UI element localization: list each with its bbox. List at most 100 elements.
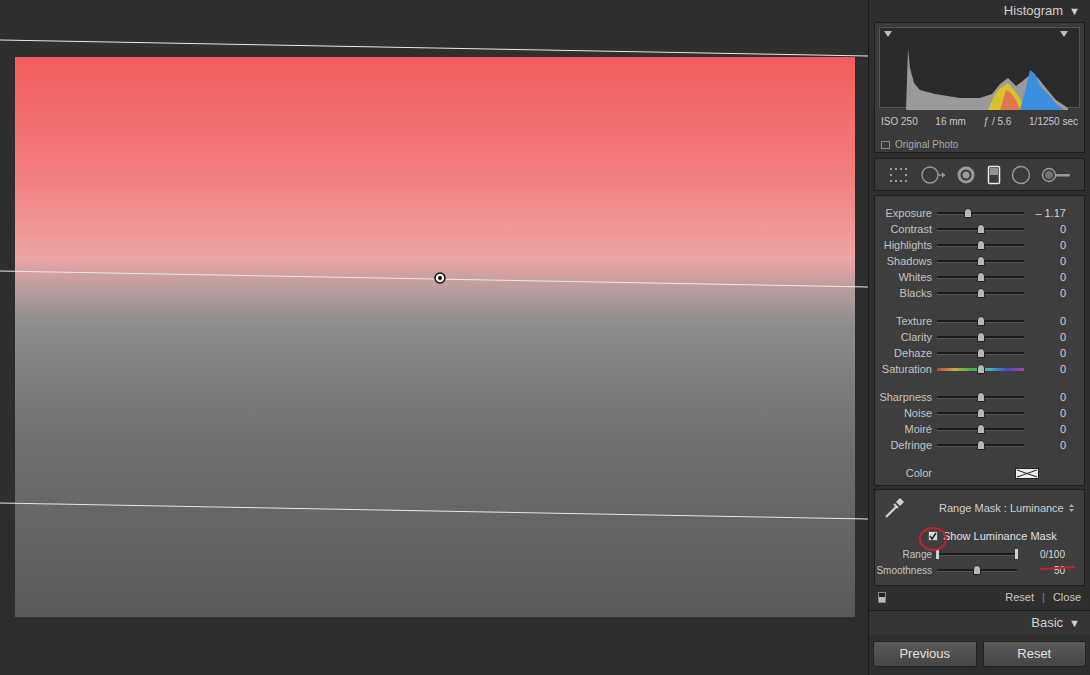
color-row[interactable]: Color — [875, 465, 1084, 481]
slider-thumb[interactable] — [977, 364, 985, 374]
slider-thumb[interactable] — [977, 392, 985, 402]
slider-thumb[interactable] — [977, 332, 985, 342]
slider-track[interactable] — [937, 569, 1017, 572]
basic-header[interactable]: Basic ▼ — [869, 610, 1090, 635]
range-track[interactable] — [937, 553, 1017, 556]
slider-track[interactable] — [937, 212, 1024, 215]
slider-row[interactable]: Dehaze0 — [875, 345, 1084, 361]
slider-track[interactable] — [937, 444, 1024, 447]
slider-track[interactable] — [937, 368, 1024, 371]
slider-track[interactable] — [937, 244, 1024, 247]
eyedropper-icon[interactable] — [881, 495, 907, 521]
app-window: Histogram ▼ ISO 25016 mmƒ / 5.61/1250 sec… — [0, 0, 1090, 675]
slider-row[interactable]: Exposure– 1.17 — [875, 205, 1084, 221]
slider-thumb[interactable] — [964, 208, 972, 218]
original-photo-row[interactable]: Original Photo — [875, 137, 1084, 152]
show-mask-checkbox[interactable] — [928, 531, 938, 541]
brush-tool-icon[interactable] — [1041, 165, 1071, 185]
mask-slider-row[interactable]: Range0/100 — [875, 546, 1084, 562]
slider-row[interactable]: Moiré0 — [875, 421, 1084, 437]
slider-value[interactable]: 0 — [1024, 361, 1066, 378]
previous-button[interactable]: Previous — [873, 641, 977, 667]
slider-thumb[interactable] — [977, 224, 985, 234]
slider-track[interactable] — [937, 260, 1024, 263]
range-mask-dropdown[interactable]: Range Mask : Luminance — [939, 500, 1064, 517]
slider-thumb[interactable] — [977, 240, 985, 250]
slider-value[interactable]: 0 — [1024, 237, 1066, 254]
radial-tool-icon[interactable] — [1011, 165, 1031, 185]
mask-slider-row[interactable]: Smoothness50 — [875, 562, 1084, 578]
slider-track[interactable] — [937, 276, 1024, 279]
slider-value[interactable]: 0 — [1024, 405, 1066, 422]
slider-thumb[interactable] — [977, 408, 985, 418]
crop-tool-icon[interactable] — [888, 166, 910, 184]
slider-row[interactable]: Shadows0 — [875, 253, 1084, 269]
slider-row[interactable]: Whites0 — [875, 269, 1084, 285]
slider-row[interactable]: Blacks0 — [875, 285, 1084, 301]
slider-row[interactable]: Texture0 — [875, 313, 1084, 329]
slider-track[interactable] — [937, 352, 1024, 355]
slider-thumb[interactable] — [973, 565, 981, 575]
slider-track[interactable] — [937, 336, 1024, 339]
dropdown-arrows-icon[interactable] — [1068, 503, 1075, 513]
slider-value[interactable]: 0 — [1024, 345, 1066, 362]
spot-tool-icon[interactable] — [920, 165, 946, 185]
slider-value[interactable]: – 1.17 — [1024, 205, 1066, 222]
panel-title[interactable]: Basic — [1031, 613, 1063, 633]
slider-thumb[interactable] — [977, 272, 985, 282]
slider-value[interactable]: 0 — [1024, 313, 1066, 330]
range-mask-panel: Range Mask : Luminance Show Luminance Mas… — [874, 489, 1085, 586]
color-swatch[interactable] — [1015, 468, 1039, 479]
range-low-handle[interactable] — [936, 549, 939, 559]
slider-thumb[interactable] — [977, 256, 985, 266]
separator: | — [1042, 589, 1045, 606]
slider-thumb[interactable] — [977, 288, 985, 298]
slider-row[interactable]: Contrast0 — [875, 221, 1084, 237]
slider-track[interactable] — [937, 292, 1024, 295]
slider-row[interactable]: Saturation 0 — [875, 361, 1084, 377]
slider-label: Saturation — [875, 361, 937, 378]
slider-row[interactable]: Defringe0 — [875, 437, 1084, 453]
slider-label: Clarity — [875, 329, 937, 346]
graduated-tool-icon[interactable] — [987, 165, 1001, 185]
slider-row[interactable]: Clarity 0 — [875, 329, 1084, 345]
range-high-handle[interactable] — [1015, 549, 1018, 559]
reset-button[interactable]: Reset — [1005, 589, 1034, 606]
original-photo-label[interactable]: Original Photo — [895, 137, 958, 152]
slider-track[interactable] — [937, 396, 1024, 399]
slider-row[interactable]: Highlights0 — [875, 237, 1084, 253]
original-photo-checkbox[interactable] — [881, 141, 890, 149]
slider-value[interactable]: 0 — [1024, 221, 1066, 238]
slider-thumb[interactable] — [977, 316, 985, 326]
show-mask-label[interactable]: Show Luminance Mask — [943, 528, 1057, 545]
slider-row[interactable]: Sharpness0 — [875, 389, 1084, 405]
histogram-info: ISO 25016 mmƒ / 5.61/1250 sec — [875, 114, 1084, 129]
slider-value[interactable]: 0 — [1024, 421, 1066, 438]
slider-thumb[interactable] — [977, 440, 985, 450]
slider-value[interactable]: 0 — [1024, 253, 1066, 270]
reset-button[interactable]: Reset — [983, 641, 1087, 667]
slider-group: Sharpness0Noise0Moiré0Defringe0 — [875, 389, 1084, 453]
slider-track[interactable] — [937, 320, 1024, 323]
slider-label: Range — [875, 547, 937, 562]
slider-track[interactable] — [937, 228, 1024, 231]
redeye-tool-icon[interactable] — [956, 165, 976, 185]
collapse-toggle[interactable]: ▼ — [1069, 3, 1080, 20]
slider-row[interactable]: Noise0 — [875, 405, 1084, 421]
slider-value[interactable]: 0 — [1024, 389, 1066, 406]
histogram-header[interactable]: Histogram ▼ — [869, 0, 1090, 22]
slider-value[interactable]: 0 — [1024, 329, 1066, 346]
slider-value[interactable]: 0 — [1024, 269, 1066, 286]
slider-value[interactable]: 0 — [1024, 285, 1066, 302]
graduated-filter-overlay-icon[interactable] — [0, 0, 868, 675]
slider-thumb[interactable] — [977, 424, 985, 434]
slider-track[interactable] — [937, 428, 1024, 431]
collapse-toggle[interactable]: ▼ — [1069, 615, 1080, 632]
close-button[interactable]: Close — [1053, 589, 1081, 606]
slider-track[interactable] — [937, 412, 1024, 415]
show-mask-row[interactable]: Show Luminance Mask — [875, 526, 1084, 546]
slider-thumb[interactable] — [977, 348, 985, 358]
slider-value[interactable]: 0 — [1024, 437, 1066, 454]
panel-title[interactable]: Histogram — [1004, 1, 1063, 21]
enable-switch[interactable] — [878, 592, 886, 603]
